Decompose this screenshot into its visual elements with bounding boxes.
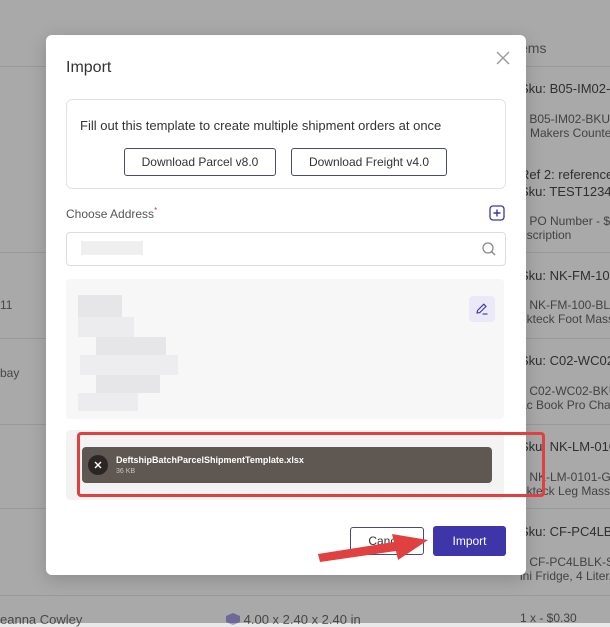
modal-title: Import (66, 59, 112, 76)
download-parcel-button[interactable]: Download Parcel v8.0 (124, 148, 276, 176)
template-message: Fill out this template to create multipl… (80, 118, 442, 133)
blurred-address-line (78, 393, 138, 411)
close-button[interactable] (494, 49, 512, 67)
address-select[interactable] (66, 232, 506, 266)
blurred-address-line (96, 337, 166, 355)
download-freight-button[interactable]: Download Freight v4.0 (291, 148, 447, 176)
blurred-address-value (81, 241, 143, 255)
required-mark: * (154, 206, 158, 215)
annotation-highlight-box (77, 432, 545, 497)
edit-icon (476, 303, 488, 315)
blurred-address-line (96, 375, 160, 393)
search-icon (482, 242, 496, 256)
choose-address-label: Choose Address* (66, 206, 157, 221)
close-icon (496, 51, 510, 65)
blurred-address-line (80, 355, 178, 375)
address-search-button[interactable] (481, 241, 497, 257)
import-button[interactable]: Import (433, 526, 506, 556)
template-box: Fill out this template to create multipl… (66, 99, 506, 189)
add-square-icon (489, 205, 505, 221)
edit-address-button[interactable] (469, 296, 495, 322)
address-card (66, 279, 504, 419)
blurred-address-line (78, 295, 122, 317)
annotation-arrow-icon (318, 534, 428, 562)
choose-address-text: Choose Address (66, 207, 155, 221)
add-address-button[interactable] (489, 205, 505, 221)
blurred-address-line (78, 317, 134, 337)
